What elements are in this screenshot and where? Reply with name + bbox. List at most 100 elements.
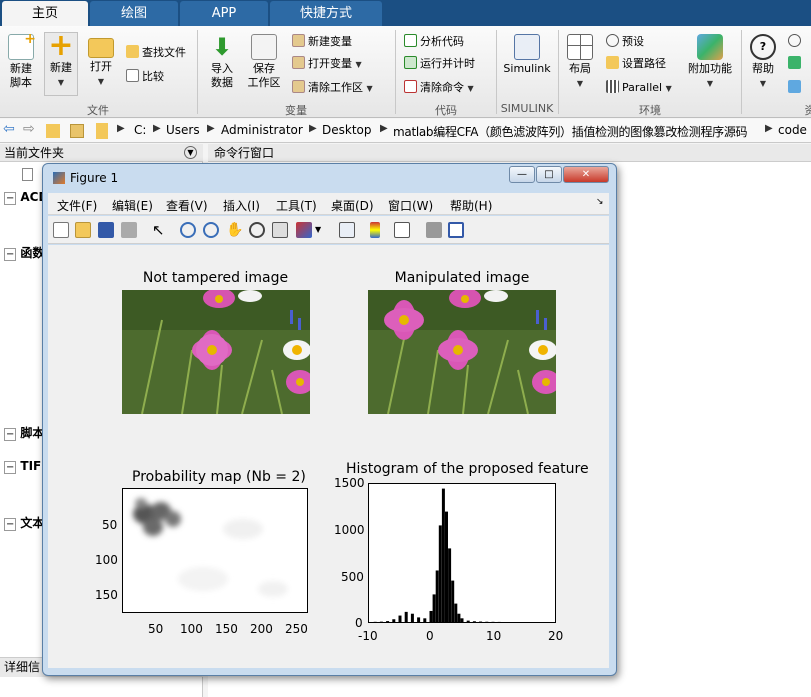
histogram-bar [472, 621, 476, 622]
figure-menubar: 文件(F) 编辑(E) 查看(V) 插入(I) 工具(T) 桌面(D) 窗口(W… [48, 193, 609, 215]
print-icon[interactable] [121, 222, 137, 238]
new-label: 新建 [50, 61, 72, 74]
group-simulink-label: SIMULINK [500, 102, 554, 115]
chevron-down-icon[interactable]: ▼ [315, 222, 323, 238]
collapse-icon[interactable]: − [4, 248, 17, 261]
crumb-desktop[interactable]: Desktop [322, 123, 372, 137]
new-figure-icon[interactable] [53, 222, 69, 238]
command-window-title: 命令行窗口 [214, 146, 275, 160]
clear-workspace-label: 清除工作区 [308, 81, 363, 94]
new-script-icon: + [8, 32, 36, 60]
rotate-icon[interactable] [249, 222, 265, 238]
run-timing-button[interactable]: 运行并计时 [404, 55, 475, 73]
add-ons-button[interactable]: 附加功能 ▼ [686, 34, 734, 91]
find-files-button[interactable]: 查找文件 [126, 44, 186, 62]
menu-window[interactable]: 窗口(W) [388, 197, 433, 214]
menu-view[interactable]: 查看(V) [166, 197, 208, 214]
parallel-icon [606, 80, 619, 93]
new-script-button[interactable]: + 新建 脚本 [4, 32, 38, 90]
folder-group-text[interactable]: − 文本 [4, 514, 44, 531]
set-path-button[interactable]: 设置路径 [606, 55, 666, 73]
analyze-code-button[interactable]: 分析代码 [404, 33, 464, 51]
manipulated-image-title: Manipulated image [394, 270, 530, 286]
import-data-button[interactable]: ⬇ 导入 数据 [204, 34, 240, 90]
menu-file[interactable]: 文件(F) [57, 197, 97, 214]
menu-edit[interactable]: 编辑(E) [112, 197, 153, 214]
crumb-administrator[interactable]: Administrator [221, 123, 303, 137]
save-workspace-button[interactable]: 保存 工作区 [244, 34, 284, 90]
close-button[interactable]: ✕ [563, 166, 609, 183]
parallel-button[interactable]: Parallel ▼ [606, 79, 672, 97]
collapse-icon[interactable]: − [4, 428, 17, 441]
zoom-in-icon[interactable] [180, 222, 196, 238]
add-ons-icon [697, 34, 723, 60]
crumb-project[interactable]: matlab编程CFA（颜色滤波阵列）插值检测的图像篡改检测程序源码 [393, 123, 748, 140]
tab-apps[interactable]: APP [180, 1, 268, 26]
collapse-icon[interactable]: − [4, 461, 17, 474]
legend-icon[interactable] [394, 222, 410, 238]
pointer-icon[interactable]: ↖ [152, 222, 168, 238]
folder-icon [606, 56, 619, 69]
import-data-label: 导入 数据 [211, 62, 233, 89]
clear-commands-button[interactable]: 清除命令 ▼ [404, 79, 474, 97]
preferences-button[interactable]: 预设 [606, 33, 644, 51]
ribbon-divider [741, 30, 742, 114]
group-variable-label: 变量 [285, 104, 307, 117]
panel-menu-icon[interactable]: ▼ [184, 146, 197, 159]
collapse-icon[interactable]: − [4, 192, 17, 205]
new-button[interactable]: + 新建 ▼ [44, 31, 78, 96]
matlab-logo-icon [53, 172, 65, 184]
hist-y-tick: 0 [355, 616, 363, 630]
collapse-icon[interactable]: − [4, 518, 17, 531]
tab-home[interactable]: 主页 [2, 1, 88, 26]
community-button[interactable] [788, 33, 804, 51]
back-arrow-icon[interactable]: ⇦ [3, 121, 15, 137]
open-file-icon[interactable] [75, 222, 91, 238]
link-plot-icon[interactable] [339, 222, 355, 238]
simulink-button[interactable]: Simulink [500, 34, 554, 76]
new-variable-label: 新建变量 [308, 35, 352, 48]
minimize-button[interactable]: — [509, 166, 535, 183]
tab-plots[interactable]: 绘图 [90, 1, 178, 26]
chevron-down-icon: ▼ [366, 84, 373, 93]
colorbar-icon[interactable] [370, 222, 380, 238]
crumb-c[interactable]: C: [134, 123, 146, 137]
support-button[interactable] [788, 55, 804, 73]
menu-desktop[interactable]: 桌面(D) [331, 197, 374, 214]
menu-help[interactable]: 帮助(H) [450, 197, 492, 214]
zoom-out-icon[interactable] [203, 222, 219, 238]
up-folder-icon[interactable] [46, 124, 60, 138]
open-button[interactable]: 打开 ▼ [84, 34, 118, 89]
layout-button[interactable]: 布局 ▼ [562, 34, 598, 91]
chevron-right-icon: ▶ [207, 123, 215, 134]
data-cursor-icon[interactable] [272, 222, 288, 238]
menu-insert[interactable]: 插入(I) [223, 197, 260, 214]
menu-tools[interactable]: 工具(T) [276, 197, 317, 214]
learn-button[interactable] [788, 79, 804, 97]
current-folder-header: 当前文件夹 ▼ [0, 144, 203, 162]
browse-folder-icon[interactable] [70, 124, 84, 138]
maximize-button[interactable]: □ [536, 166, 562, 183]
folder-group-scripts[interactable]: − 脚本 [4, 424, 44, 441]
crumb-users[interactable]: Users [166, 123, 200, 137]
group-label: 函数 [20, 246, 45, 260]
tab-shortcuts[interactable]: 快捷方式 [270, 1, 382, 26]
show-tools-icon[interactable] [448, 222, 464, 238]
new-variable-button[interactable]: 新建变量 [292, 33, 352, 51]
open-variable-button[interactable]: 打开变量 ▼ [292, 55, 362, 73]
forward-arrow-icon[interactable]: ⇨ [23, 121, 35, 137]
save-icon[interactable] [98, 222, 114, 238]
brush-icon[interactable] [296, 222, 312, 238]
clear-workspace-button[interactable]: 清除工作区 ▼ [292, 79, 373, 97]
dock-arrow-icon[interactable]: ↘ [596, 197, 604, 207]
compare-button[interactable]: 比较 [126, 68, 164, 86]
new-script-label: 新建 脚本 [10, 62, 32, 89]
pan-icon[interactable]: ✋ [226, 222, 243, 238]
help-button[interactable]: ? 帮助 ▼ [746, 34, 780, 91]
hide-tools-icon[interactable] [426, 222, 442, 238]
figure-toolbar: ↖ ✋ ▼ [48, 216, 609, 244]
crumb-code[interactable]: code [778, 123, 807, 137]
folder-group-functions[interactable]: − 函数 [4, 244, 44, 261]
histogram-bar [457, 613, 461, 622]
histogram-bar [429, 610, 433, 622]
